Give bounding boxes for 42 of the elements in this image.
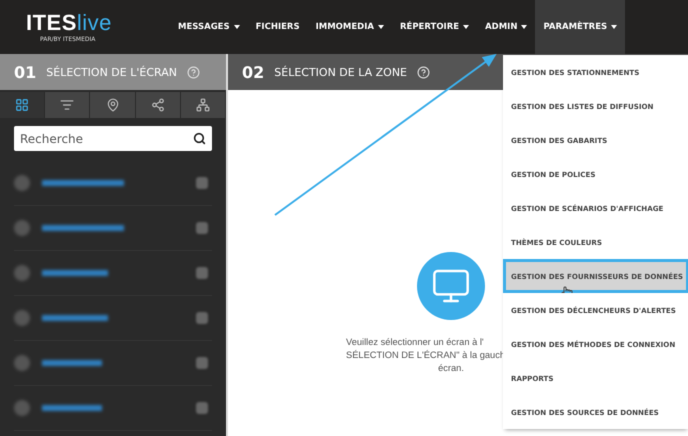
blurred-icon (196, 222, 208, 234)
blurred-text (42, 360, 102, 366)
blurred-text (42, 315, 108, 321)
nav-item[interactable]: MESSAGES (170, 0, 248, 54)
view-tab[interactable] (45, 92, 90, 118)
blurred-icon (14, 310, 30, 326)
nav-item[interactable]: RÉPERTOIRE (392, 0, 478, 54)
view-tab[interactable] (0, 92, 46, 118)
blurred-text (42, 270, 108, 276)
nav-item[interactable]: IMMOMEDIA (308, 0, 392, 54)
map-pin-icon (106, 98, 120, 112)
blurred-icon (196, 312, 208, 324)
blurred-icon (196, 357, 208, 369)
blurred-icon (14, 265, 30, 281)
filter-icon (60, 98, 74, 112)
blurred-icon (196, 177, 208, 189)
message-line: écran. (438, 362, 464, 375)
network-icon (196, 98, 210, 112)
nav-item[interactable]: PARAMÈTRES (535, 0, 626, 54)
blurred-icon (14, 220, 30, 236)
blurred-icon (196, 402, 208, 414)
nav-item[interactable]: FICHIERS (248, 0, 308, 54)
share-icon (150, 98, 165, 112)
search-field[interactable]: Recherche (14, 126, 212, 151)
panel-title: SÉLECTION DE L'ÉCRAN (46, 66, 177, 78)
view-tab[interactable] (90, 92, 136, 118)
message-line: Veuillez sélectionner un écran à l' (346, 336, 484, 349)
blurred-icon (14, 400, 30, 416)
view-tab[interactable] (180, 92, 226, 118)
panel-title: SÉLECTION DE LA ZONE (274, 66, 407, 78)
blurred-text (42, 405, 102, 411)
help-icon[interactable] (417, 66, 430, 78)
grid-icon (15, 98, 30, 112)
logo: ITESlive (26, 12, 112, 34)
blurred-icon (14, 175, 30, 191)
nav-item[interactable]: ADMIN (477, 0, 536, 54)
blurred-icon (196, 267, 208, 279)
step-number: 01 (14, 62, 36, 82)
view-tab[interactable] (136, 92, 181, 118)
blurred-icon (14, 355, 30, 371)
search-icon[interactable] (193, 132, 206, 145)
step-number: 02 (242, 62, 264, 82)
